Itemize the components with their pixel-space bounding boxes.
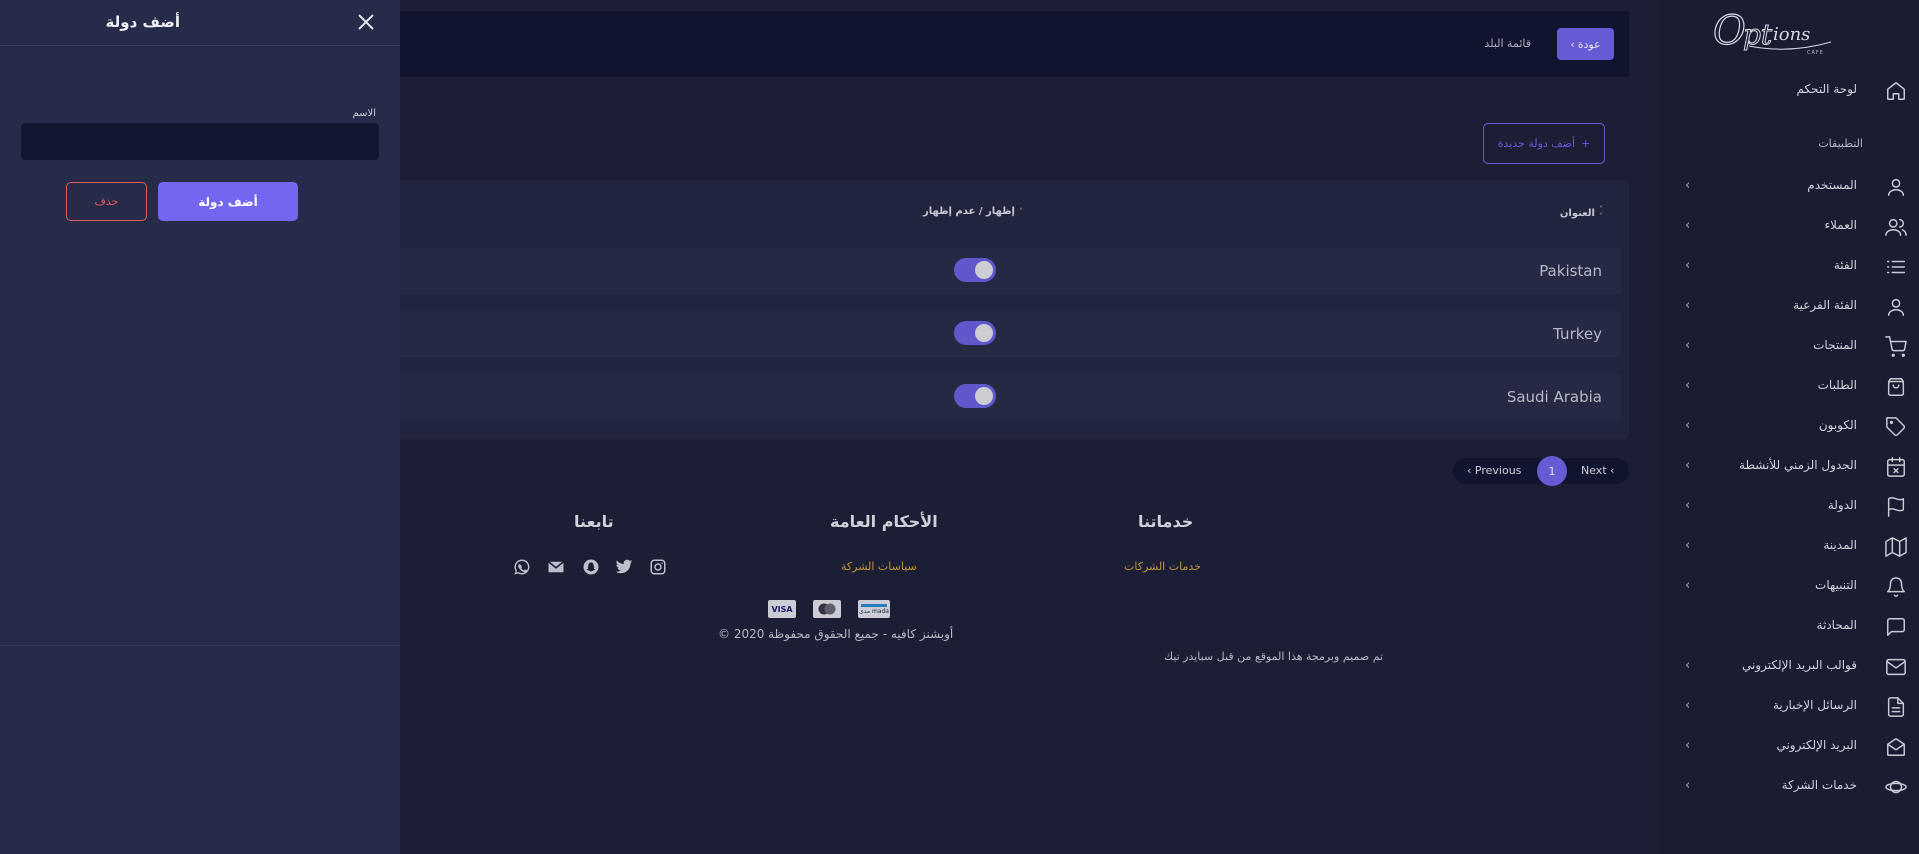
sidebar-item-category[interactable]: الفئة ‹	[1660, 250, 1919, 284]
delete-button[interactable]: حذف	[66, 182, 147, 221]
chevron-left-icon: ‹	[1685, 498, 1691, 513]
home-icon	[1885, 80, 1907, 102]
sidebar-item-label: العملاء	[1824, 218, 1857, 232]
chat-icon	[1885, 616, 1907, 638]
chevron-left-icon: ‹	[1685, 298, 1691, 313]
sidebar-item-email-templates[interactable]: قوالب البريد الإلكتروني ‹	[1660, 650, 1919, 684]
sidebar-item-products[interactable]: المنتجات ‹	[1660, 330, 1919, 364]
sidebar-item-label: الطلبات	[1817, 378, 1857, 392]
svg-text:O: O	[1713, 8, 1746, 54]
sidebar-item-label: التنبيهات	[1815, 578, 1857, 592]
sidebar-item-label: المحادثة	[1816, 618, 1857, 632]
svg-text:CAFE: CAFE	[1807, 50, 1824, 56]
tag-icon	[1885, 416, 1907, 438]
sidebar-item-orders[interactable]: الطلبات ‹	[1660, 370, 1919, 404]
chevron-left-icon: ‹	[1685, 698, 1691, 713]
mail-icon	[1885, 656, 1907, 678]
sidebar-item-label: الفئة	[1833, 258, 1857, 272]
sidebar-item-label: الفئة الفرعية	[1793, 298, 1857, 312]
chevron-left-icon: ‹	[1685, 178, 1691, 193]
user-icon	[1885, 296, 1907, 318]
calendar-x-icon	[1885, 456, 1907, 478]
name-field[interactable]	[21, 123, 379, 160]
sidebar-item-chat[interactable]: المحادثة	[1660, 610, 1919, 644]
user-icon	[1885, 176, 1907, 198]
mail-open-icon	[1885, 736, 1907, 758]
chevron-left-icon: ‹	[1685, 338, 1691, 353]
chevron-left-icon: ‹	[1685, 218, 1691, 233]
cart-icon	[1885, 336, 1907, 358]
sidebar-item-label: الجدول الزمني للأنشطة	[1739, 458, 1857, 472]
users-icon	[1885, 216, 1907, 238]
chevron-left-icon: ‹	[1685, 378, 1691, 393]
sidebar-item-label: المستخدم	[1807, 178, 1857, 192]
list-icon	[1885, 256, 1907, 278]
chevron-left-icon: ‹	[1685, 738, 1691, 753]
sidebar: O pt ions CAFE لوحة التحكم التطبيقات الم…	[1660, 0, 1919, 854]
sidebar-item-label: قوالب البريد الإلكتروني	[1741, 658, 1857, 672]
map-icon	[1885, 536, 1907, 558]
sidebar-item-label: البريد الإلكتروني	[1776, 738, 1857, 752]
svg-text:pt: pt	[1743, 18, 1773, 51]
sidebar-item-label: الرسائل الإخبارية	[1772, 698, 1857, 712]
chevron-left-icon: ‹	[1685, 538, 1691, 553]
sidebar-item-customers[interactable]: العملاء ‹	[1660, 210, 1919, 244]
add-country-submit-button[interactable]: أضف دولة	[158, 182, 298, 221]
sidebar-item-users[interactable]: المستخدم ‹	[1660, 170, 1919, 204]
chevron-left-icon: ‹	[1685, 418, 1691, 433]
sidebar-item-city[interactable]: المدينة ‹	[1660, 530, 1919, 564]
sidebar-item-country[interactable]: الدولة ‹	[1660, 490, 1919, 524]
sidebar-item-newsletters[interactable]: الرسائل الإخبارية ‹	[1660, 690, 1919, 724]
bell-icon	[1885, 576, 1907, 598]
close-icon[interactable]	[355, 11, 377, 33]
flag-icon	[1885, 496, 1907, 518]
add-country-panel: أضف دولة الاسم أضف دولة حذف	[0, 0, 400, 854]
sidebar-item-email[interactable]: البريد الإلكتروني ‹	[1660, 730, 1919, 764]
sidebar-item-notifications[interactable]: التنبيهات ‹	[1660, 570, 1919, 604]
panel-title: أضف دولة	[105, 13, 180, 31]
sidebar-item-label: الكوبون	[1818, 418, 1857, 432]
sidebar-item-schedule[interactable]: الجدول الزمني للأنشطة ‹	[1660, 450, 1919, 484]
sidebar-item-company-services[interactable]: خدمات الشركة ‹	[1660, 770, 1919, 804]
sidebar-item-label: المنتجات	[1813, 338, 1857, 352]
sidebar-item-label: خدمات الشركة	[1781, 778, 1857, 792]
name-field-label: الاسم	[352, 108, 376, 119]
svg-text:ions: ions	[1773, 24, 1810, 45]
chevron-left-icon: ‹	[1685, 458, 1691, 473]
chevron-left-icon: ‹	[1685, 778, 1691, 793]
chevron-left-icon: ‹	[1685, 578, 1691, 593]
panel-header: أضف دولة	[0, 0, 400, 46]
sidebar-item-dashboard[interactable]: لوحة التحكم	[1660, 74, 1919, 108]
sidebar-section-heading: التطبيقات	[1818, 137, 1863, 150]
sidebar-item-label: الدولة	[1827, 498, 1857, 512]
chevron-left-icon: ‹	[1685, 658, 1691, 673]
sidebar-item-label: لوحة التحكم	[1796, 82, 1858, 96]
file-text-icon	[1885, 696, 1907, 718]
bag-icon	[1885, 376, 1907, 398]
panel-divider	[0, 645, 400, 646]
options-cafe-logo[interactable]: O pt ions CAFE	[1709, 6, 1841, 62]
planet-icon	[1885, 776, 1907, 798]
sidebar-item-subcategory[interactable]: الفئة الفرعية ‹	[1660, 290, 1919, 324]
chevron-left-icon: ‹	[1685, 258, 1691, 273]
sidebar-item-coupon[interactable]: الكوبون ‹	[1660, 410, 1919, 444]
sidebar-item-label: المدينة	[1823, 538, 1857, 552]
